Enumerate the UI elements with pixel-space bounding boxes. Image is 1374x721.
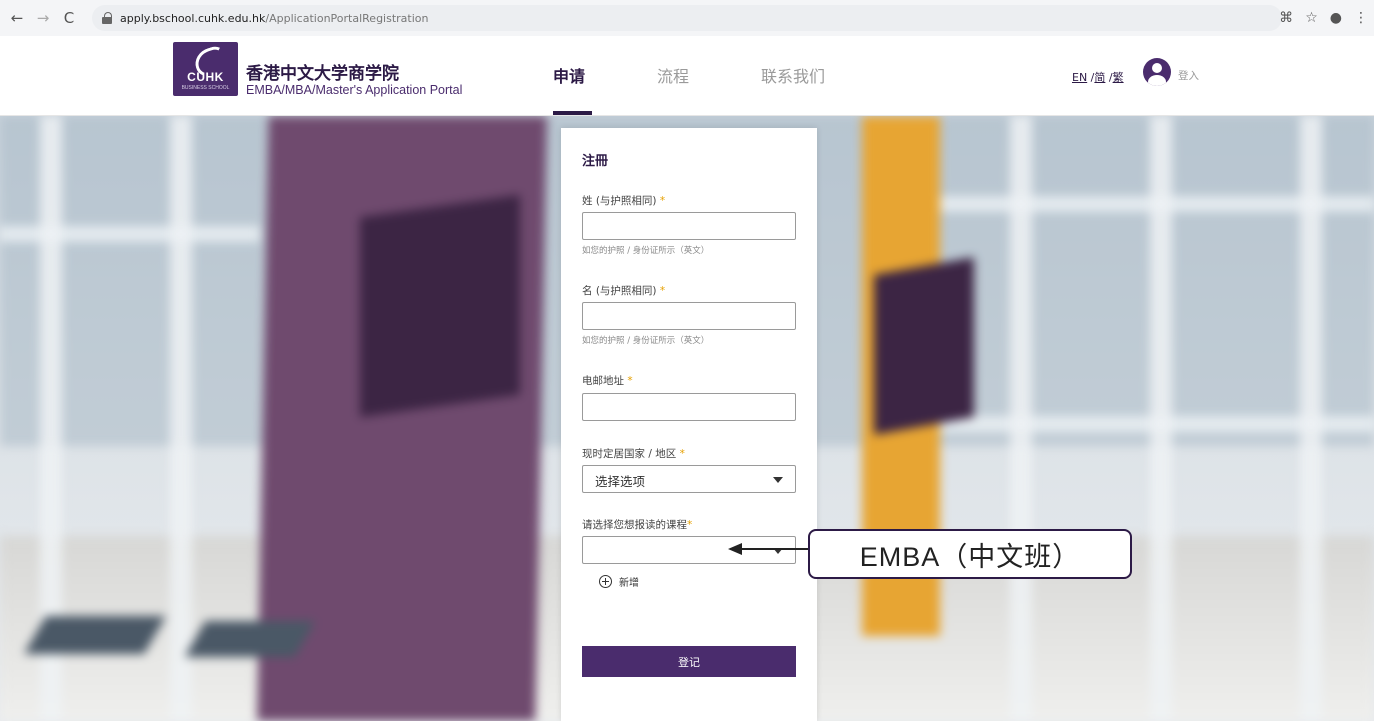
address-bar[interactable]: apply.bschool.cuhk.edu.hk/ApplicationPor… (92, 5, 1282, 31)
last-name-input[interactable] (582, 212, 796, 240)
login-link[interactable]: 登入 (1178, 68, 1199, 83)
country-select[interactable]: 选择选项 (582, 465, 796, 493)
program-select[interactable] (582, 536, 796, 564)
lang-separator: / (1105, 71, 1113, 84)
nav-active-indicator (553, 111, 592, 115)
lang-sc[interactable]: 简 (1094, 71, 1105, 84)
nav-process[interactable]: 流程 (657, 63, 689, 87)
language-switcher: EN /简 /繁 (1072, 69, 1124, 85)
menu-icon[interactable]: ⋮ (1354, 10, 1368, 26)
form-title: 注冊 (582, 154, 609, 169)
last-name-label-text: 姓 (与护照相同) (582, 195, 657, 207)
registration-card: 注冊 姓 (与护照相同) * 如您的护照 / 身份证所示（英文） 名 (与护照相… (561, 128, 817, 721)
add-label: 新增 (619, 578, 639, 589)
lock-icon (102, 12, 112, 24)
add-circle-icon (599, 575, 612, 588)
cuhk-logo[interactable]: CUHK BUSINESS SCHOOL (173, 42, 238, 96)
required-mark: * (659, 285, 666, 297)
browser-toolbar: ← → C apply.bschool.cuhk.edu.hk/Applicat… (0, 0, 1374, 37)
email-label-text: 电邮地址 (582, 375, 624, 387)
callout-text: EMBA（中文班） (859, 541, 1081, 572)
brand-subtitle: EMBA/MBA/Master's Application Portal (246, 83, 463, 97)
country-select-value: 选择选项 (595, 474, 646, 489)
program-label-text: 请选择您想报读的课程 (582, 519, 687, 531)
required-mark: * (659, 195, 666, 207)
program-label: 请选择您想报读的课程* (582, 517, 692, 532)
add-program-button[interactable]: 新增 (599, 574, 639, 589)
annotation-callout: EMBA（中文班） (808, 529, 1132, 579)
brand-title: 香港中文大学商学院 (246, 64, 399, 84)
url-host: apply.bschool.cuhk.edu.hk (120, 11, 266, 25)
logo-text: CUHK (187, 70, 224, 84)
star-icon[interactable]: ☆ (1305, 10, 1318, 26)
email-input[interactable] (582, 393, 796, 421)
arrow-left-icon (728, 543, 742, 555)
logo-subtext: BUSINESS SCHOOL (181, 85, 230, 91)
nav-contact[interactable]: 联系我们 (761, 63, 825, 87)
register-button[interactable]: 登记 (582, 646, 796, 677)
back-icon[interactable]: ← (8, 9, 26, 27)
lang-tc[interactable]: 繁 (1113, 71, 1124, 84)
first-name-input[interactable] (582, 302, 796, 330)
url-text: apply.bschool.cuhk.edu.hk/ApplicationPor… (120, 12, 428, 25)
translate-icon[interactable]: ⌘ (1279, 10, 1293, 26)
last-name-hint: 如您的护照 / 身份证所示（英文） (582, 246, 710, 256)
required-mark: * (627, 375, 633, 387)
nav-apply[interactable]: 申请 (553, 63, 585, 87)
forward-icon[interactable]: → (34, 9, 52, 27)
last-name-label: 姓 (与护照相同) * (582, 193, 665, 208)
required-mark: * (687, 519, 693, 531)
country-label-text: 现时定居国家 / 地区 (582, 448, 677, 460)
chevron-down-icon (773, 477, 783, 483)
required-mark: * (679, 448, 685, 460)
lang-en[interactable]: EN (1072, 71, 1087, 84)
profile-icon[interactable]: ● (1330, 10, 1342, 26)
email-label: 电邮地址 * (582, 373, 633, 388)
first-name-label-text: 名 (与护照相同) (582, 285, 657, 297)
user-icon[interactable] (1143, 58, 1171, 86)
reload-icon[interactable]: C (60, 9, 78, 27)
first-name-hint: 如您的护照 / 身份证所示（英文） (582, 336, 710, 346)
callout-arrow-line (742, 548, 810, 550)
first-name-label: 名 (与护照相同) * (582, 283, 665, 298)
url-path: /ApplicationPortalRegistration (265, 11, 429, 25)
country-label: 现时定居国家 / 地区 * (582, 446, 685, 461)
